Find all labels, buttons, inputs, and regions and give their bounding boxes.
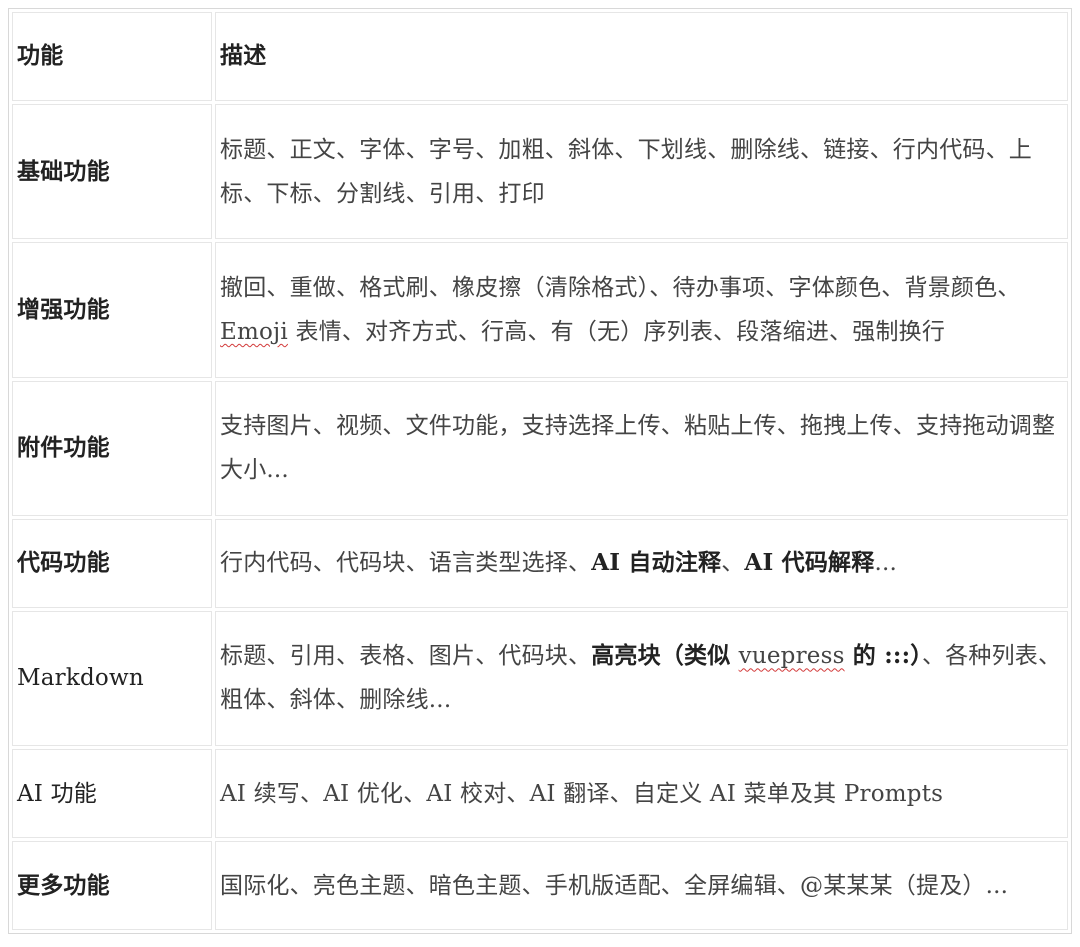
spellcheck-word: Emoji [220, 318, 288, 345]
row-feature: Markdown [12, 610, 212, 747]
desc-bold: 高亮块（类似 [591, 642, 739, 670]
desc-part: 、 [721, 550, 745, 577]
feature-table: 功能 描述 基础功能 标题、正文、字体、字号、加粗、斜体、下划线、删除线、链接、… [9, 9, 1071, 933]
row-feature: 代码功能 [12, 518, 212, 608]
row-description: 行内代码、代码块、语言类型选择、AI 自动注释、AI 代码解释... [215, 518, 1068, 608]
desc-part: 标题、引用、表格、图片、代码块、 [220, 643, 592, 670]
row-description: AI 续写、AI 优化、AI 校对、AI 翻译、自定义 AI 菜单及其 Prom… [215, 749, 1068, 839]
header-description: 描述 [215, 12, 1068, 101]
row-feature: AI 功能 [12, 749, 212, 839]
row-description: 撤回、重做、格式刷、橡皮擦（清除格式）、待办事项、字体颜色、背景颜色、 Emoji… [215, 242, 1068, 378]
header-feature: 功能 [12, 12, 212, 101]
desc-part: ... [874, 550, 897, 577]
row-feature: 基础功能 [12, 103, 212, 240]
desc-bold: AI 自动注释 [591, 549, 722, 577]
table-row: 附件功能 支持图片、视频、文件功能，支持选择上传、粘贴上传、拖拽上传、支持拖动调… [12, 380, 1068, 516]
desc-part: 行内代码、代码块、语言类型选择、 [220, 550, 592, 577]
table-row: Markdown 标题、引用、表格、图片、代码块、高亮块（类似 vuepress… [12, 610, 1068, 747]
row-feature: 增强功能 [12, 242, 212, 378]
desc-part: 撤回、重做、格式刷、橡皮擦（清除格式）、待办事项、字体颜色、背景颜色、 [220, 274, 1021, 301]
table-row: 代码功能 行内代码、代码块、语言类型选择、AI 自动注释、AI 代码解释... [12, 518, 1068, 608]
feature-table-container: 功能 描述 基础功能 标题、正文、字体、字号、加粗、斜体、下划线、删除线、链接、… [8, 8, 1072, 934]
table-row: AI 功能 AI 续写、AI 优化、AI 校对、AI 翻译、自定义 AI 菜单及… [12, 749, 1068, 839]
table-header-row: 功能 描述 [12, 12, 1068, 101]
row-description: 国际化、亮色主题、暗色主题、手机版适配、全屏编辑、@某某某（提及）... [215, 841, 1068, 930]
spellcheck-word: vuepress [738, 643, 845, 670]
table-row: 更多功能 国际化、亮色主题、暗色主题、手机版适配、全屏编辑、@某某某（提及）..… [12, 841, 1068, 930]
desc-bold: 的 :::） [844, 642, 922, 670]
row-feature: 附件功能 [12, 380, 212, 516]
row-feature: 更多功能 [12, 841, 212, 930]
desc-bold: AI 代码解释 [744, 549, 875, 577]
table-row: 增强功能 撤回、重做、格式刷、橡皮擦（清除格式）、待办事项、字体颜色、背景颜色、… [12, 242, 1068, 378]
row-description: 标题、正文、字体、字号、加粗、斜体、下划线、删除线、链接、行内代码、上标、下标、… [215, 103, 1068, 240]
row-description: 标题、引用、表格、图片、代码块、高亮块（类似 vuepress 的 :::）、各… [215, 610, 1068, 747]
desc-part: 表情、对齐方式、行高、有（无）序列表、段落缩进、强制换行 [287, 318, 946, 345]
row-description: 支持图片、视频、文件功能，支持选择上传、粘贴上传、拖拽上传、支持拖动调整大小..… [215, 380, 1068, 516]
table-row: 基础功能 标题、正文、字体、字号、加粗、斜体、下划线、删除线、链接、行内代码、上… [12, 103, 1068, 240]
